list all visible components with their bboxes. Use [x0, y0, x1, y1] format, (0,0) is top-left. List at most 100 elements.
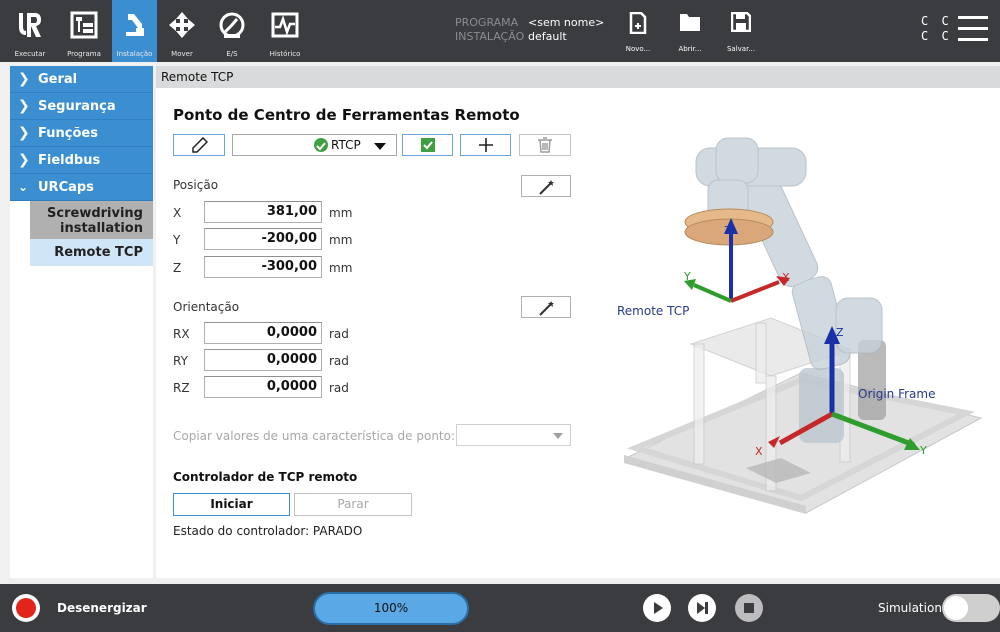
unit-rad: rad	[329, 354, 349, 368]
nav-move[interactable]: Mover	[162, 0, 202, 62]
axis-label-z: Z	[173, 261, 182, 275]
speed-slider[interactable]: 100%	[313, 592, 469, 625]
stop-program-button[interactable]	[735, 594, 763, 622]
orientation-label: Orientação	[173, 300, 240, 314]
rename-button[interactable]	[173, 134, 225, 156]
open-button[interactable]: Abrir...	[670, 0, 710, 62]
sidebar-item-general[interactable]: ❯ Geral	[10, 66, 153, 93]
sidebar-item-label: Funções	[38, 126, 98, 141]
sidebar-item-features[interactable]: ❯ Funções	[10, 120, 153, 147]
start-button[interactable]: Iniciar	[173, 493, 290, 516]
program-key: PROGRAMA	[455, 16, 519, 29]
magic-wand-icon	[539, 180, 554, 195]
menu-icon[interactable]	[958, 16, 988, 42]
sidebar-item-label: Fieldbus	[38, 153, 101, 168]
sidebar-item-screwdriving-installation[interactable]: Screwdriving installation	[30, 201, 153, 239]
origin-z-label: Z	[836, 326, 844, 339]
pencil-icon	[192, 137, 208, 153]
step-icon	[697, 602, 708, 614]
orientation-ry-field[interactable]: 0,0000	[204, 349, 322, 371]
power-button[interactable]	[12, 594, 40, 622]
sidebar-item-urcaps[interactable]: ⌄ URCaps	[10, 174, 153, 201]
stop-button[interactable]: Parar	[294, 493, 412, 516]
caret-down-icon	[374, 143, 386, 150]
nav-io[interactable]: E/S	[212, 0, 252, 62]
position-wizard-button[interactable]	[521, 175, 571, 197]
delete-tcp-button[interactable]	[519, 134, 571, 156]
chevron-right-icon: ❯	[18, 125, 30, 141]
sidebar-item-fieldbus[interactable]: ❯ Fieldbus	[10, 147, 153, 174]
save-disk-icon	[731, 12, 751, 32]
nav-run-label: Executar	[14, 50, 46, 58]
robot-3d-view[interactable]: Z X Y Remote TCP Z X Y Origin Frame	[596, 118, 1000, 514]
nav-run[interactable]: Executar	[4, 0, 56, 62]
nav-program[interactable]: Programa	[58, 0, 110, 62]
orientation-wizard-button[interactable]	[521, 296, 571, 318]
cc-line-2: C C	[921, 29, 952, 43]
remote-y-label: Y	[683, 270, 691, 283]
nav-move-label: Mover	[171, 50, 193, 58]
magic-wand-icon	[539, 301, 554, 316]
axis-label-x: X	[173, 206, 182, 220]
installation-name: default	[528, 30, 567, 43]
nav-log[interactable]: Histórico	[262, 0, 308, 62]
origin-frame-label: Origin Frame	[858, 387, 935, 401]
sidebar: ❯ Geral ❯ Segurança ❯ Funções ❯ Fieldbus ⌄ UR…	[10, 66, 153, 578]
cc-indicator: C C C C	[921, 14, 952, 44]
sidebar-item-label: Geral	[38, 72, 78, 87]
sidebar-item-safety[interactable]: ❯ Segurança	[10, 93, 153, 120]
controller-state: Estado do controlador: PARADO	[173, 524, 363, 538]
nav-program-label: Programa	[67, 50, 101, 58]
simulation-toggle[interactable]	[942, 594, 1000, 622]
set-default-button[interactable]	[402, 134, 453, 156]
copy-from-point-select[interactable]	[456, 424, 571, 446]
plus-icon	[479, 138, 493, 152]
sidebar-item-label: URCaps	[38, 180, 94, 195]
remote-x-label: X	[782, 271, 790, 284]
page-title: Ponto de Centro de Ferramentas Remoto	[173, 106, 520, 124]
remote-tcp-label: Remote TCP	[617, 304, 689, 318]
axis-label-rx: RX	[173, 327, 190, 341]
add-tcp-button[interactable]	[460, 134, 511, 156]
new-button[interactable]: Novo...	[618, 0, 658, 62]
play-button[interactable]	[643, 594, 671, 622]
power-label: Desenergizar	[57, 601, 147, 615]
chevron-right-icon: ❯	[18, 152, 30, 168]
nav-installation-label: Instalação	[116, 50, 153, 58]
nav-installation[interactable]: Instalação	[112, 0, 157, 62]
cc-line-1: C C	[921, 14, 952, 28]
stop-icon	[744, 603, 754, 613]
top-bar: Executar Programa Instalação Mover E/S H…	[0, 0, 1000, 62]
chevron-down-icon: ⌄	[18, 180, 29, 194]
copy-from-point-label: Copiar valores de uma característica de …	[173, 429, 456, 443]
unit-mm: mm	[329, 261, 353, 275]
save-button[interactable]: Salvar...	[721, 0, 761, 62]
installation-robot-icon	[125, 14, 144, 36]
unit-mm: mm	[329, 233, 353, 247]
unit-rad: rad	[329, 381, 349, 395]
nav-log-label: Histórico	[269, 50, 301, 58]
axis-label-y: Y	[173, 233, 181, 247]
sidebar-item-remote-tcp[interactable]: Remote TCP	[30, 239, 153, 266]
move-arrows-icon	[169, 12, 195, 38]
position-label: Posição	[173, 178, 219, 192]
step-button[interactable]	[688, 594, 716, 622]
unit-rad: rad	[329, 327, 349, 341]
position-y-field[interactable]: -200,00	[204, 228, 322, 250]
table-leg	[693, 343, 705, 465]
bottom-bar: Desenergizar 100% Simulation	[0, 584, 1000, 632]
main-panel: Remote TCP Ponto de Centro de Ferramenta…	[156, 66, 1000, 578]
ur-logo-icon	[19, 13, 41, 37]
position-x-field[interactable]: 381,00	[204, 201, 322, 223]
orientation-rx-field[interactable]: 0,0000	[204, 322, 322, 344]
tcp-selector[interactable]: RTCP	[232, 134, 397, 156]
axis-label-rz: RZ	[173, 381, 190, 395]
chevron-right-icon: ❯	[18, 71, 30, 87]
orientation-rz-field[interactable]: 0,0000	[204, 376, 322, 398]
origin-x-label: X	[755, 445, 763, 458]
controller-title: Controlador de TCP remoto	[173, 470, 358, 484]
toggle-knob	[944, 596, 968, 620]
program-tree-icon	[70, 11, 98, 39]
open-label: Abrir...	[678, 45, 702, 53]
position-z-field[interactable]: -300,00	[204, 256, 322, 278]
